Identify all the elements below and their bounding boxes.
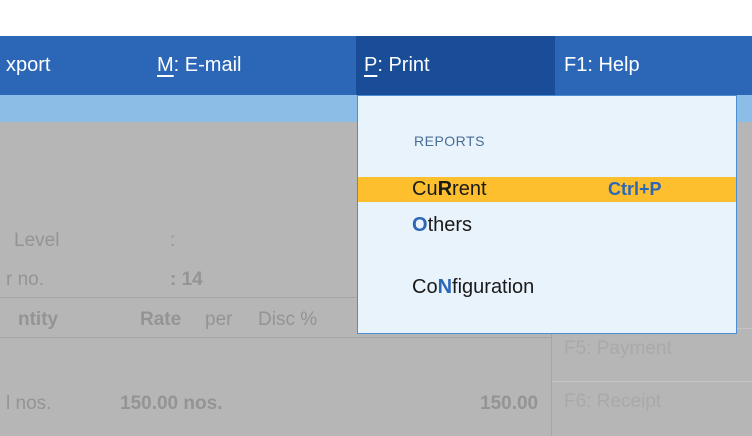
f6-receipt-button[interactable]: F6: Receipt [552, 381, 752, 421]
number-label: r no. [6, 269, 45, 290]
hotkey-o: O [412, 214, 428, 236]
menu-print-label: Print [388, 54, 430, 76]
menu-help-key: F1 [564, 54, 588, 76]
menu-bar: xport M: E-mail P: Print F1: Help [0, 36, 752, 95]
row-quantity: l nos. [6, 393, 52, 414]
column-quantity: ntity [18, 309, 59, 330]
menu-export[interactable]: xport [6, 36, 50, 95]
menu-item-others[interactable]: Others [358, 213, 736, 238]
menu-item-configuration[interactable]: CoNfiguration [358, 275, 736, 300]
title-area [0, 0, 752, 36]
menu-print[interactable]: P: Print [356, 36, 555, 95]
hotkey-n: N [437, 276, 453, 298]
f5-payment-button[interactable]: F5: Payment [552, 328, 752, 368]
row-amount: 150.00 [480, 393, 539, 414]
column-disc: Disc % [258, 309, 318, 330]
menu-help[interactable]: F1: Help [564, 36, 640, 95]
row-rate: 150.00 nos. [120, 393, 223, 414]
shortcut-ctrl-p: Ctrl+P [608, 179, 662, 199]
column-rate: Rate [140, 309, 182, 330]
menu-item-current[interactable]: CuRrent Ctrl+P [358, 177, 736, 202]
column-per: per [205, 309, 233, 330]
dropdown-title: REPORTS [414, 133, 485, 149]
level-colon: : [170, 230, 176, 251]
column-divider [0, 337, 552, 338]
menu-help-label: Help [598, 54, 640, 76]
menu-print-key: P [364, 54, 378, 76]
menu-email-label: E-mail [184, 54, 242, 76]
hotkey-r: R [437, 178, 453, 200]
menu-email[interactable]: M: E-mail [157, 36, 241, 95]
number-value: : 14 [170, 269, 203, 290]
level-label: Level [14, 230, 60, 251]
menu-export-label: xport [6, 54, 51, 76]
print-dropdown-menu: REPORTS CuRrent Ctrl+P Others CoNfigurat… [357, 95, 737, 334]
menu-email-key: M [157, 54, 174, 76]
